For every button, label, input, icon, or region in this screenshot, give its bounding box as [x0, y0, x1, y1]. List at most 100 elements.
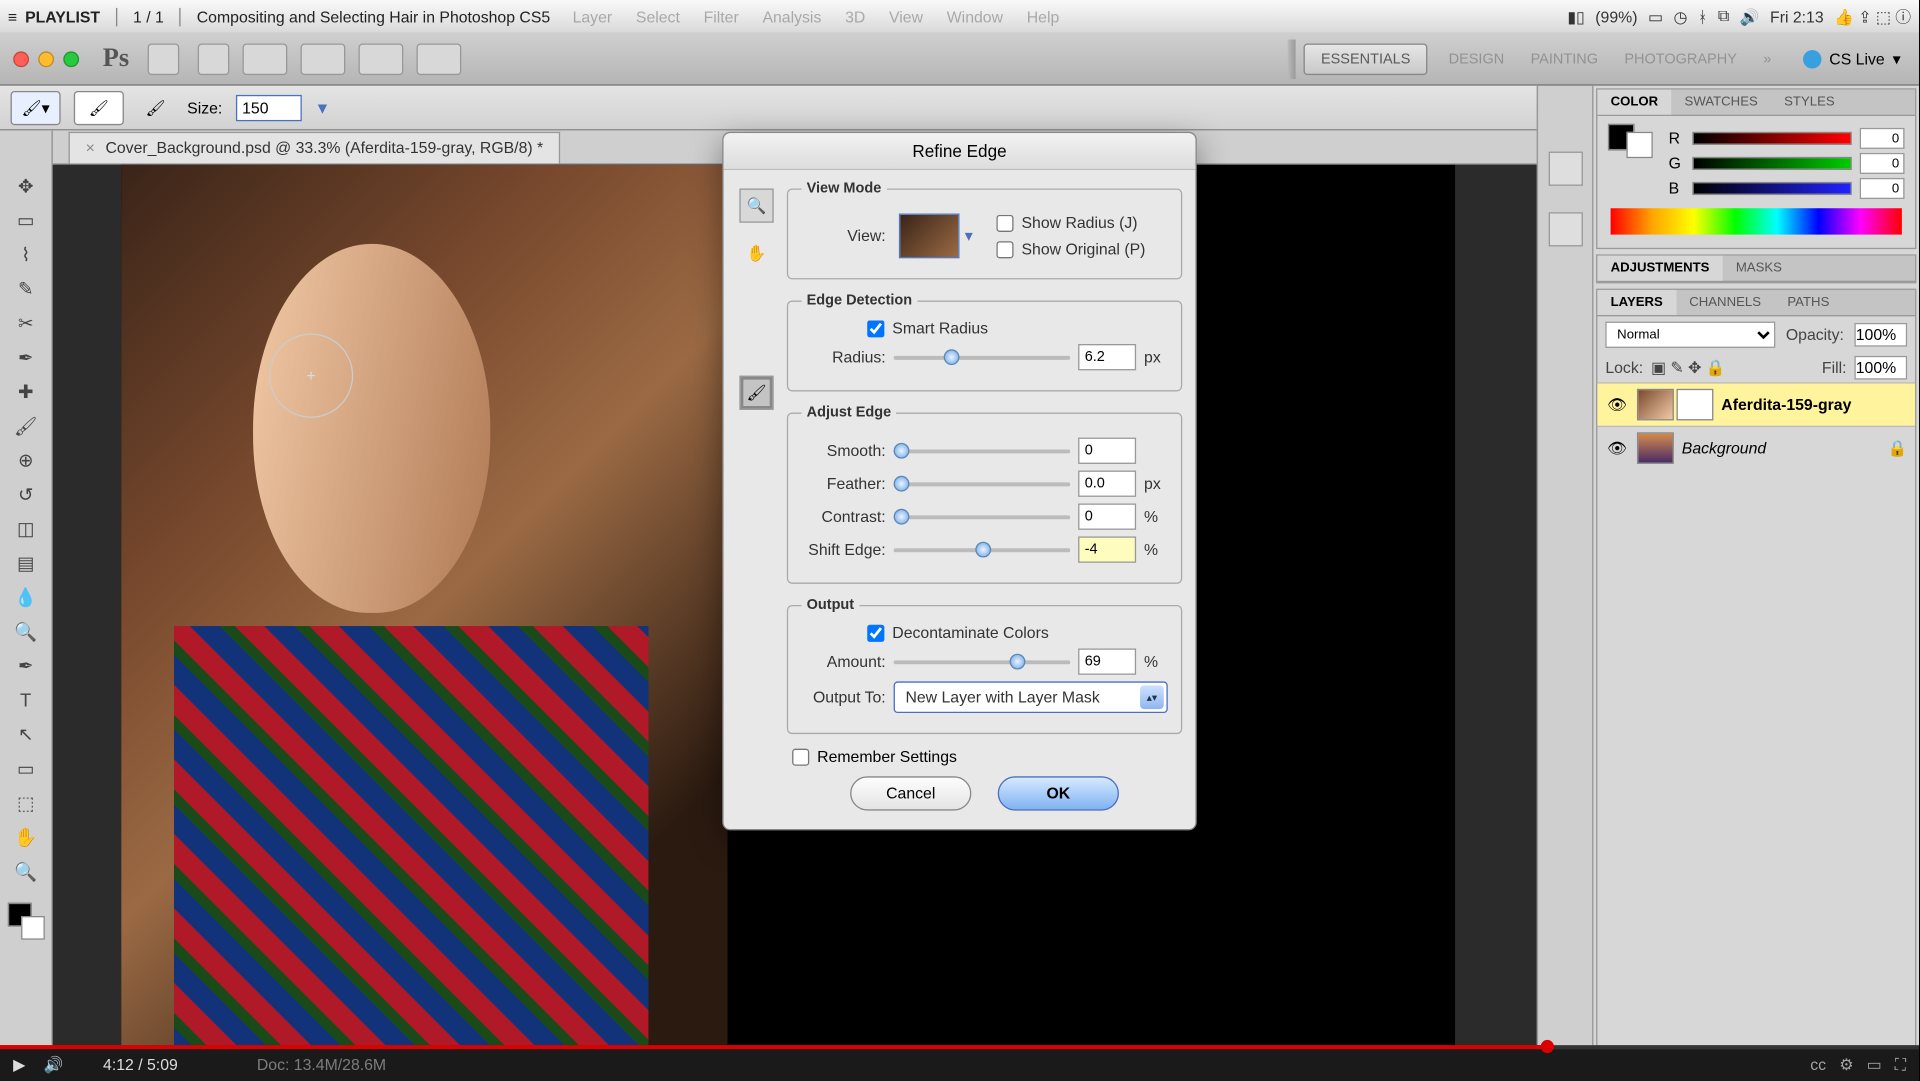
zoom-tool-icon[interactable]: 🔍 [739, 188, 773, 222]
workspace-dim[interactable]: » [1750, 51, 1784, 67]
menu-item[interactable]: Help [1015, 7, 1071, 25]
amount-input[interactable] [1078, 648, 1136, 674]
cancel-button[interactable]: Cancel [850, 776, 971, 810]
gradient-tool[interactable]: ▤ [7, 547, 44, 579]
fullscreen-icon[interactable]: ⛶ [1895, 1055, 1906, 1075]
menu-item[interactable]: View [877, 7, 935, 25]
menu-item[interactable]: 3D [833, 7, 877, 25]
blur-tool[interactable]: 💧 [7, 581, 44, 613]
r-slider[interactable] [1692, 132, 1851, 145]
path-tool[interactable]: ↖ [7, 718, 44, 750]
lock-icons[interactable]: ▣ ✎ ✥ 🔒 [1651, 358, 1725, 376]
cs-live-button[interactable]: CS Live▾ [1803, 49, 1901, 67]
tab-styles[interactable]: STYLES [1771, 90, 1848, 115]
brush-tool[interactable]: 🖌 [7, 410, 44, 442]
color-swatch[interactable] [7, 903, 44, 940]
remember-settings-checkbox[interactable]: Remember Settings [792, 747, 1182, 765]
shift-edge-input[interactable] [1078, 536, 1136, 562]
menu-item[interactable]: Layer [561, 7, 624, 25]
healing-tool[interactable]: ✚ [7, 376, 44, 408]
marquee-tool[interactable]: ▭ [7, 204, 44, 236]
contrast-input[interactable] [1078, 503, 1136, 529]
view-thumbnail[interactable] [899, 214, 960, 259]
settings-icon[interactable]: ⚙ [1839, 1055, 1853, 1075]
pen-tool[interactable]: ✒ [7, 650, 44, 682]
minibridge-button[interactable] [198, 43, 230, 75]
3d-tool[interactable]: ⬚ [7, 787, 44, 819]
window-controls[interactable] [13, 51, 79, 67]
view-dropdown-icon[interactable]: ▾ [965, 227, 973, 245]
feather-input[interactable] [1078, 471, 1136, 497]
blend-mode-select[interactable]: Normal [1605, 322, 1775, 348]
layer-row[interactable]: 👁 Aferdita-159-gray [1597, 382, 1915, 425]
eraser-tool[interactable]: ◫ [7, 513, 44, 545]
eyedropper-tool[interactable]: ✒ [7, 341, 44, 373]
spectrum-bar[interactable] [1611, 208, 1902, 234]
visibility-icon[interactable]: 👁 [1605, 439, 1629, 457]
progress-bar[interactable] [0, 1045, 1919, 1049]
hand-tool-icon[interactable]: ✋ [739, 236, 773, 270]
tab-masks[interactable]: MASKS [1723, 256, 1796, 281]
quickselect-tool[interactable]: ✎ [7, 273, 44, 305]
smooth-input[interactable] [1078, 438, 1136, 464]
stamp-tool[interactable]: ⊕ [7, 444, 44, 476]
tab-channels[interactable]: CHANNELS [1676, 290, 1774, 315]
history-brush-tool[interactable]: ↺ [7, 478, 44, 510]
menu-item[interactable]: Select [624, 7, 692, 25]
close-icon[interactable]: × [86, 138, 95, 156]
tab-swatches[interactable]: SWATCHES [1671, 90, 1771, 115]
dropdown-arrow-icon[interactable]: ▼ [315, 98, 331, 116]
dodge-tool[interactable]: 🔍 [7, 616, 44, 648]
ok-button[interactable]: OK [998, 776, 1119, 810]
brush-add[interactable]: 🖌 [74, 90, 124, 124]
cc-icon[interactable]: cc [1810, 1055, 1826, 1075]
crop-tool[interactable]: ✂ [7, 307, 44, 339]
visibility-icon[interactable]: 👁 [1605, 395, 1629, 413]
fill-input[interactable] [1854, 356, 1907, 380]
amount-slider[interactable] [894, 651, 1071, 672]
tab-adjustments[interactable]: ADJUSTMENTS [1597, 256, 1722, 281]
tab-color[interactable]: COLOR [1597, 90, 1671, 115]
show-original-checkbox[interactable]: Show Original (P) [996, 240, 1167, 258]
menu-item[interactable]: Analysis [751, 7, 834, 25]
zoom-button[interactable] [301, 43, 346, 75]
b-slider[interactable] [1692, 182, 1851, 195]
feather-slider[interactable] [894, 473, 1071, 494]
brush-sub[interactable]: 🖌 [137, 90, 174, 124]
radius-slider[interactable] [894, 347, 1071, 368]
workspace-essentials[interactable]: ESSENTIALS [1304, 43, 1428, 75]
tab-layers[interactable]: LAYERS [1597, 290, 1676, 315]
r-input[interactable] [1860, 128, 1905, 149]
type-tool[interactable]: T [7, 684, 44, 716]
g-input[interactable] [1860, 153, 1905, 174]
document-tab[interactable]: × Cover_Background.psd @ 33.3% (Aferdita… [69, 131, 561, 163]
info-icon[interactable] [1548, 212, 1582, 246]
move-tool[interactable]: ✥ [7, 170, 44, 202]
hand-tool[interactable]: ✋ [7, 821, 44, 853]
lasso-tool[interactable]: ⌇ [7, 239, 44, 271]
menu-item[interactable]: Filter [692, 7, 751, 25]
smooth-slider[interactable] [894, 440, 1071, 461]
shift-edge-slider[interactable] [894, 539, 1071, 560]
radius-input[interactable] [1078, 344, 1136, 370]
show-radius-checkbox[interactable]: Show Radius (J) [996, 214, 1167, 232]
zoom-tool[interactable]: 🔍 [7, 855, 44, 887]
smart-radius-checkbox[interactable]: Smart Radius [867, 319, 1168, 337]
workspace-dim[interactable]: DESIGN [1435, 51, 1517, 67]
theater-icon[interactable]: ▭ [1867, 1055, 1882, 1075]
view-extras-button[interactable] [243, 43, 288, 75]
refine-brush-tool[interactable]: 🖌 [739, 376, 773, 410]
fg-bg-swatch[interactable] [1608, 124, 1653, 203]
contrast-slider[interactable] [894, 506, 1071, 527]
play-button[interactable]: ▶ [13, 1056, 25, 1074]
layer-row[interactable]: 👁 Background 🔒 [1597, 426, 1915, 469]
output-to-select[interactable]: New Layer with Layer Mask▴▾ [894, 681, 1168, 713]
workspace-dim[interactable]: PHOTOGRAPHY [1611, 51, 1750, 67]
shape-tool[interactable]: ▭ [7, 753, 44, 785]
arrange-button[interactable] [358, 43, 403, 75]
decontaminate-checkbox[interactable]: Decontaminate Colors [867, 623, 1168, 641]
volume-icon[interactable]: 🔊 [44, 1056, 64, 1074]
history-icon[interactable] [1548, 152, 1582, 186]
g-slider[interactable] [1692, 157, 1851, 170]
workspace-dim[interactable]: PAINTING [1517, 51, 1611, 67]
